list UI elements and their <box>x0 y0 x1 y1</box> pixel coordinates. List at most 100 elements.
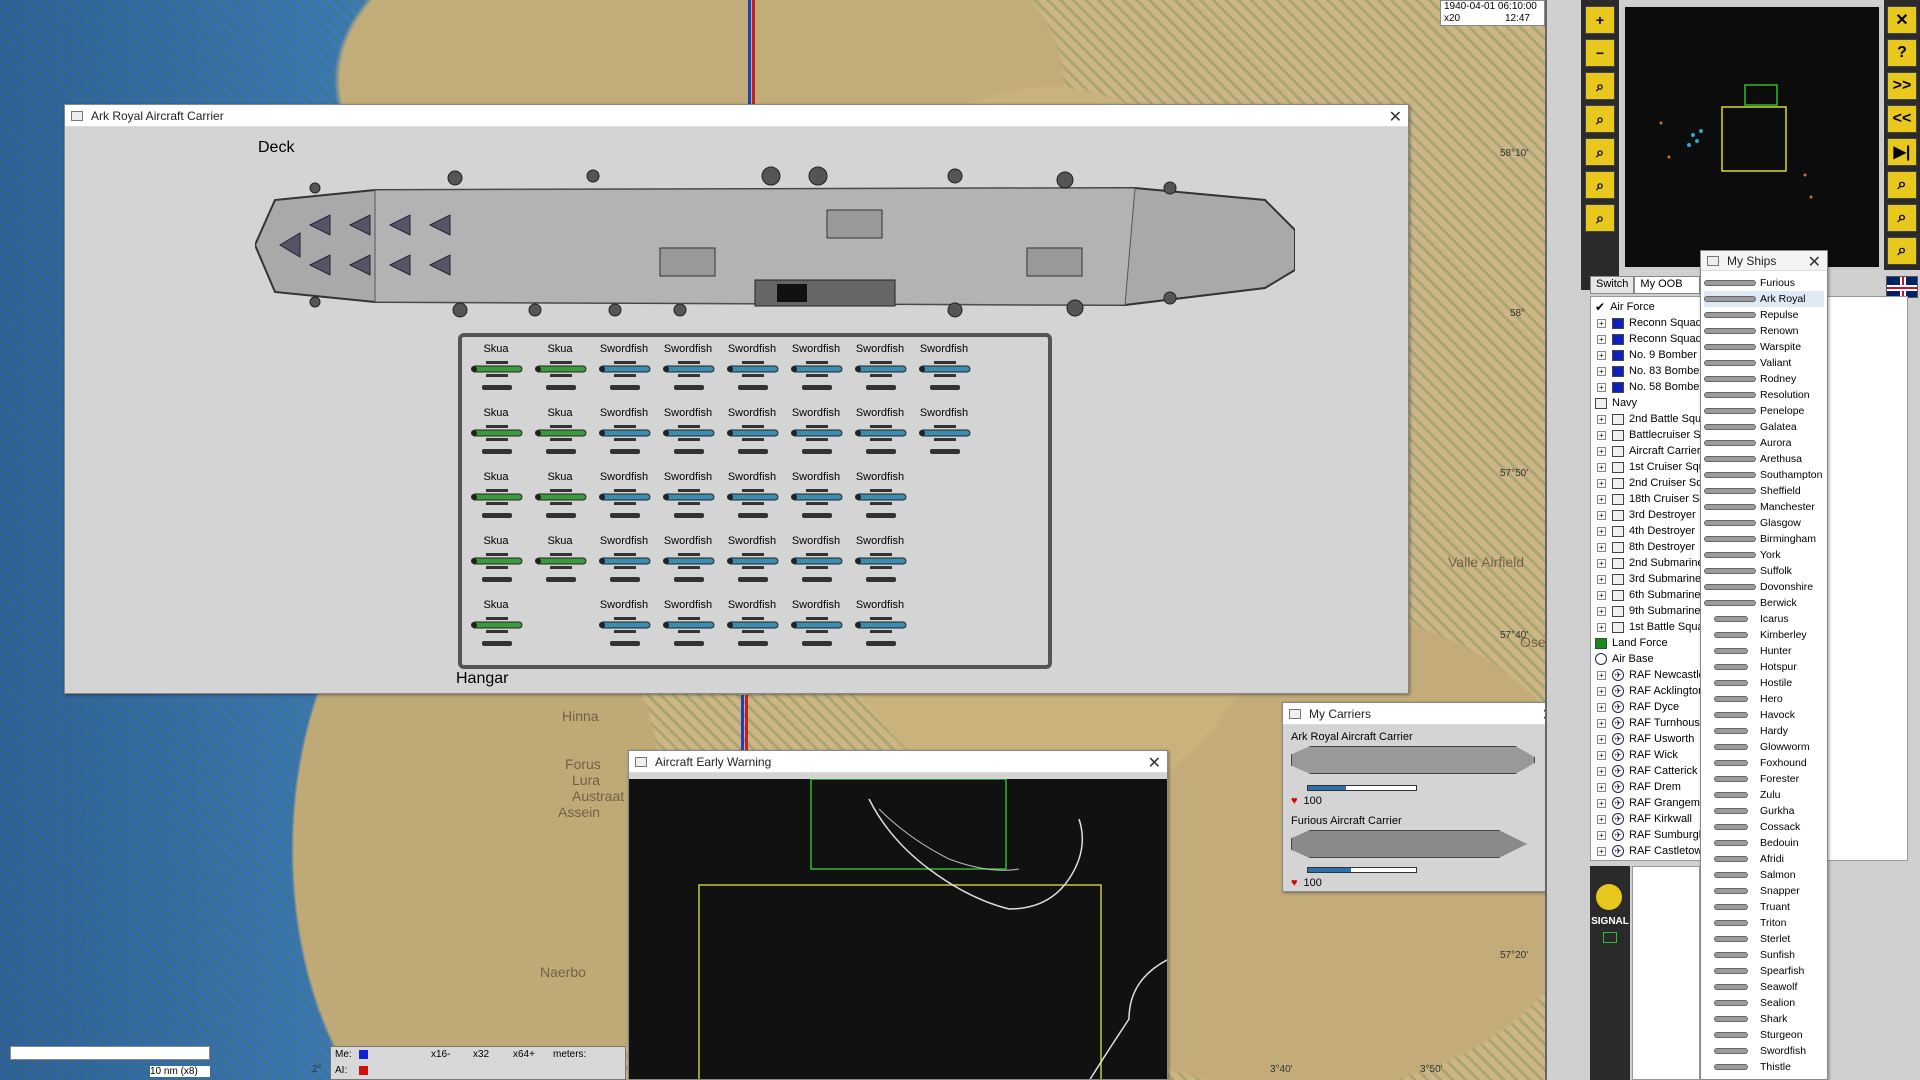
ship-row[interactable]: Kimberley <box>1704 627 1824 643</box>
swordfish-aircraft[interactable]: Swordfish <box>786 599 846 651</box>
swordfish-aircraft[interactable]: Swordfish <box>722 471 782 523</box>
check-icon[interactable]: ✔ <box>1595 300 1605 314</box>
skua-aircraft[interactable]: Skua <box>466 471 526 523</box>
ship-row[interactable]: Aurora <box>1704 435 1824 451</box>
ship-row[interactable]: Zulu <box>1704 787 1824 803</box>
zoom-preset-icon[interactable]: ⌕ <box>1585 72 1615 100</box>
ship-row[interactable]: Birmingham <box>1704 531 1824 547</box>
ship-row[interactable]: Icarus <box>1704 611 1824 627</box>
expand-icon[interactable]: + <box>1597 575 1606 584</box>
swordfish-aircraft[interactable]: Swordfish <box>658 535 718 587</box>
swordfish-aircraft[interactable]: Swordfish <box>786 407 846 459</box>
help-icon[interactable]: ? <box>1887 39 1917 67</box>
oob-tree-row[interactable]: +✈RAF Newcastle <box>1597 667 1705 683</box>
ship-row[interactable]: Suffolk <box>1704 563 1824 579</box>
carrier-window-titlebar[interactable]: Ark Royal Aircraft Carrier <box>65 105 1408 127</box>
carrier-entry-furious[interactable]: Furious Aircraft Carrier ♥ 100 <box>1291 815 1553 858</box>
ship-row[interactable]: Glowworm <box>1704 739 1824 755</box>
oob-tree-row[interactable]: Land Force <box>1595 635 1668 651</box>
aew-radar-view[interactable] <box>629 779 1167 1079</box>
swordfish-aircraft[interactable]: Swordfish <box>722 343 782 395</box>
swordfish-aircraft[interactable]: Swordfish <box>786 535 846 587</box>
oob-tree-row[interactable]: +2nd Submarine <box>1597 555 1704 571</box>
oob-tree-row[interactable]: +✈RAF Turnhouse <box>1597 715 1706 731</box>
ship-row[interactable]: Snapper <box>1704 883 1824 899</box>
expand-icon[interactable]: + <box>1597 479 1606 488</box>
ship-row[interactable]: Manchester <box>1704 499 1824 515</box>
close-icon[interactable]: ✕ <box>1148 753 1161 773</box>
expand-icon[interactable]: + <box>1597 319 1606 328</box>
zoom-in-icon[interactable]: + <box>1585 6 1615 34</box>
ship-row[interactable]: Bedouin <box>1704 835 1824 851</box>
status-input[interactable] <box>10 1046 210 1060</box>
ship-row[interactable]: Swordfish <box>1704 1043 1824 1059</box>
expand-icon[interactable]: + <box>1597 751 1606 760</box>
zoom-preset-icon[interactable]: ⌕ <box>1585 171 1615 199</box>
skua-aircraft[interactable]: Skua <box>530 343 590 395</box>
expand-icon[interactable]: + <box>1597 543 1606 552</box>
ship-row[interactable]: Resolution <box>1704 387 1824 403</box>
oob-tree-row[interactable]: +No. 83 Bomber <box>1597 363 1703 379</box>
oob-tree-row[interactable]: +No. 9 Bomber <box>1597 347 1697 363</box>
close-icon[interactable]: ✕ <box>1389 107 1402 127</box>
ship-row[interactable]: Cossack <box>1704 819 1824 835</box>
oob-tree-row[interactable]: +✈RAF Sumburgh <box>1597 827 1705 843</box>
expand-icon[interactable]: + <box>1597 591 1606 600</box>
expand-icon[interactable]: + <box>1597 847 1606 856</box>
ship-row[interactable]: Valiant <box>1704 355 1824 371</box>
carrier-deck[interactable] <box>255 160 1295 325</box>
ship-row[interactable]: Hunter <box>1704 643 1824 659</box>
ship-row[interactable]: Dovonshire <box>1704 579 1824 595</box>
zoom-x64[interactable]: x64+ <box>513 1049 535 1060</box>
expand-icon[interactable]: + <box>1597 767 1606 776</box>
swordfish-aircraft[interactable]: Swordfish <box>850 535 910 587</box>
oob-tree-row[interactable]: +Aircraft Carrier <box>1597 443 1701 459</box>
expand-icon[interactable]: + <box>1597 447 1606 456</box>
expand-icon[interactable]: + <box>1597 719 1606 728</box>
windows-icon[interactable]: ⌕ <box>1887 237 1917 265</box>
swordfish-aircraft[interactable]: Swordfish <box>658 471 718 523</box>
zoom-preset-icon[interactable]: ⌕ <box>1585 138 1615 166</box>
oob-tree-row[interactable]: Navy <box>1595 395 1637 411</box>
skua-aircraft[interactable]: Skua <box>466 599 526 651</box>
expand-icon[interactable]: + <box>1597 431 1606 440</box>
oob-tree-row[interactable]: +8th Destroyer <box>1597 539 1695 555</box>
expand-icon[interactable]: + <box>1597 831 1606 840</box>
expand-icon[interactable]: + <box>1597 799 1606 808</box>
expand-icon[interactable]: + <box>1597 703 1606 712</box>
uk-flag-icon[interactable] <box>1886 276 1918 298</box>
ship-row[interactable]: Glasgow <box>1704 515 1824 531</box>
ship-row[interactable]: Salmon <box>1704 867 1824 883</box>
swordfish-aircraft[interactable]: Swordfish <box>594 407 654 459</box>
oob-tree-row[interactable]: +6th Submarine <box>1597 587 1701 603</box>
zoom-out-icon[interactable]: − <box>1585 39 1615 67</box>
expand-icon[interactable]: + <box>1597 511 1606 520</box>
skua-aircraft[interactable]: Skua <box>530 471 590 523</box>
oob-tree-row[interactable]: Air Base <box>1595 651 1654 667</box>
ship-row[interactable]: Havock <box>1704 707 1824 723</box>
oob-tree-row[interactable]: +✈RAF Kirkwall <box>1597 811 1692 827</box>
expand-icon[interactable]: + <box>1597 815 1606 824</box>
expand-icon[interactable]: + <box>1597 463 1606 472</box>
swordfish-aircraft[interactable]: Swordfish <box>594 535 654 587</box>
expand-icon[interactable]: + <box>1597 367 1606 376</box>
ship-row[interactable]: Berwick <box>1704 595 1824 611</box>
expand-icon[interactable]: + <box>1597 735 1606 744</box>
oob-tree-row[interactable]: +No. 58 Bomber <box>1597 379 1703 395</box>
swordfish-aircraft[interactable]: Swordfish <box>658 407 718 459</box>
expand-icon[interactable]: + <box>1597 383 1606 392</box>
zoom-preset-icon[interactable]: ⌕ <box>1585 204 1615 232</box>
play-pause-icon[interactable]: ▶| <box>1887 138 1917 166</box>
skua-aircraft[interactable]: Skua <box>466 535 526 587</box>
skua-aircraft[interactable]: Skua <box>466 343 526 395</box>
ship-row[interactable]: Hotspur <box>1704 659 1824 675</box>
swordfish-aircraft[interactable]: Swordfish <box>594 471 654 523</box>
oob-tree-row[interactable]: +✈RAF Wick <box>1597 747 1678 763</box>
close-icon[interactable]: ✕ <box>1808 252 1821 272</box>
ship-row[interactable]: Forester <box>1704 771 1824 787</box>
swordfish-aircraft[interactable]: Swordfish <box>722 535 782 587</box>
ship-row[interactable]: Furious <box>1704 275 1824 291</box>
oob-tree-row[interactable]: +✈RAF Drem <box>1597 779 1681 795</box>
swordfish-aircraft[interactable]: Swordfish <box>658 343 718 395</box>
swordfish-aircraft[interactable]: Swordfish <box>786 343 846 395</box>
